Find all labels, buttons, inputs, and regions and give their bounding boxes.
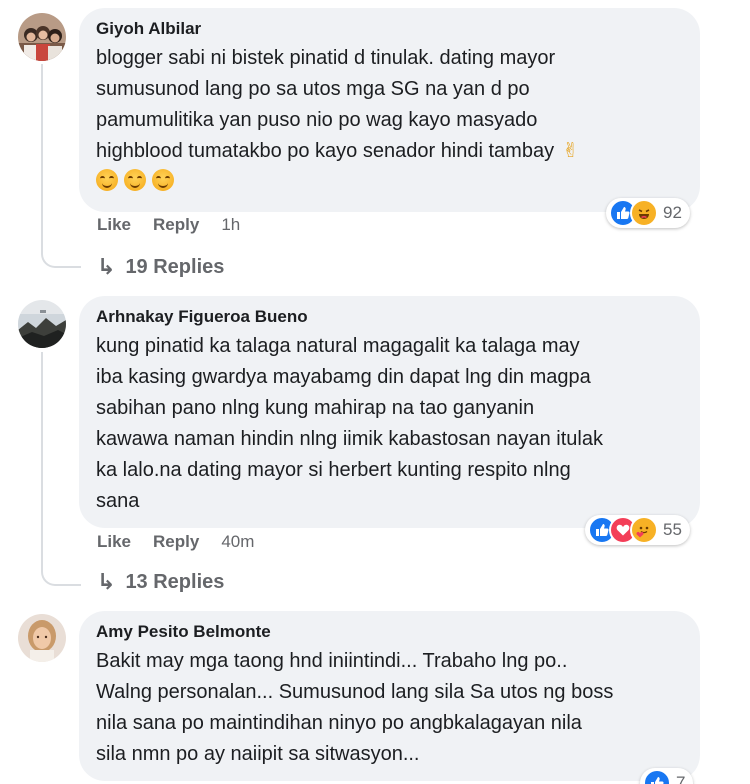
view-replies-link[interactable]: ↳ 19 Replies	[97, 254, 224, 280]
reaction-summary[interactable]: 92	[606, 198, 690, 228]
comment-timestamp[interactable]: 1h	[221, 215, 240, 235]
reaction-summary[interactable]: 7	[640, 768, 694, 784]
comment-body: Bakit may mga taong hnd iniintindi... Tr…	[96, 650, 614, 765]
comment-bubble: Arhnakay Figueroa Bueno kung pinatid ka …	[79, 296, 700, 528]
reply-arrow-icon: ↳	[97, 254, 116, 279]
comment-body: blogger sabi ni bistek pinatid d tinulak…	[96, 47, 556, 162]
comment-author[interactable]: Arhnakay Figueroa Bueno	[96, 306, 682, 328]
thread-line	[41, 64, 43, 252]
care-reaction-icon	[630, 516, 658, 544]
thread-connector	[41, 246, 81, 268]
smiling-face-icon	[96, 169, 118, 191]
smiling-face-icon	[152, 169, 174, 191]
comment-actions: Like Reply 1h	[97, 215, 240, 235]
view-replies-link[interactable]: ↳ 13 Replies	[97, 569, 224, 595]
peace-hand-icon: ✌	[562, 140, 579, 162]
comment-timestamp[interactable]: 40m	[221, 532, 254, 552]
like-button[interactable]: Like	[97, 532, 131, 552]
comment-author[interactable]: Amy Pesito Belmonte	[96, 621, 682, 643]
reaction-count: 7	[676, 773, 686, 784]
reaction-count: 55	[663, 520, 682, 539]
comment-body: kung pinatid ka talaga natural magagalit…	[96, 335, 603, 512]
reply-button[interactable]: Reply	[153, 215, 199, 235]
haha-reaction-icon	[630, 199, 658, 227]
reply-arrow-icon: ↳	[97, 569, 116, 594]
like-button[interactable]: Like	[97, 215, 131, 235]
avatar[interactable]	[18, 13, 66, 61]
avatar[interactable]	[18, 614, 66, 662]
comment-author[interactable]: Giyoh Albilar	[96, 18, 682, 40]
reaction-count: 92	[663, 203, 682, 222]
replies-count-label: 13 Replies	[125, 570, 225, 593]
emoji-row	[96, 169, 682, 191]
avatar[interactable]	[18, 300, 66, 348]
smiling-face-icon	[124, 169, 146, 191]
comment-actions: Like Reply 40m	[97, 532, 254, 552]
replies-count-label: 19 Replies	[125, 255, 225, 278]
reaction-summary[interactable]: 55	[585, 515, 690, 545]
reply-button[interactable]: Reply	[153, 532, 199, 552]
comment-bubble: Giyoh Albilar blogger sabi ni bistek pin…	[79, 8, 700, 212]
thread-line	[41, 352, 43, 570]
thread-connector	[41, 564, 81, 586]
comment-text: blogger sabi ni bistek pinatid d tinulak…	[96, 43, 682, 167]
like-reaction-icon	[643, 769, 671, 784]
comment-bubble: Amy Pesito Belmonte Bakit may mga taong …	[79, 611, 700, 781]
comments-feed: Giyoh Albilar blogger sabi ni bistek pin…	[0, 0, 750, 784]
